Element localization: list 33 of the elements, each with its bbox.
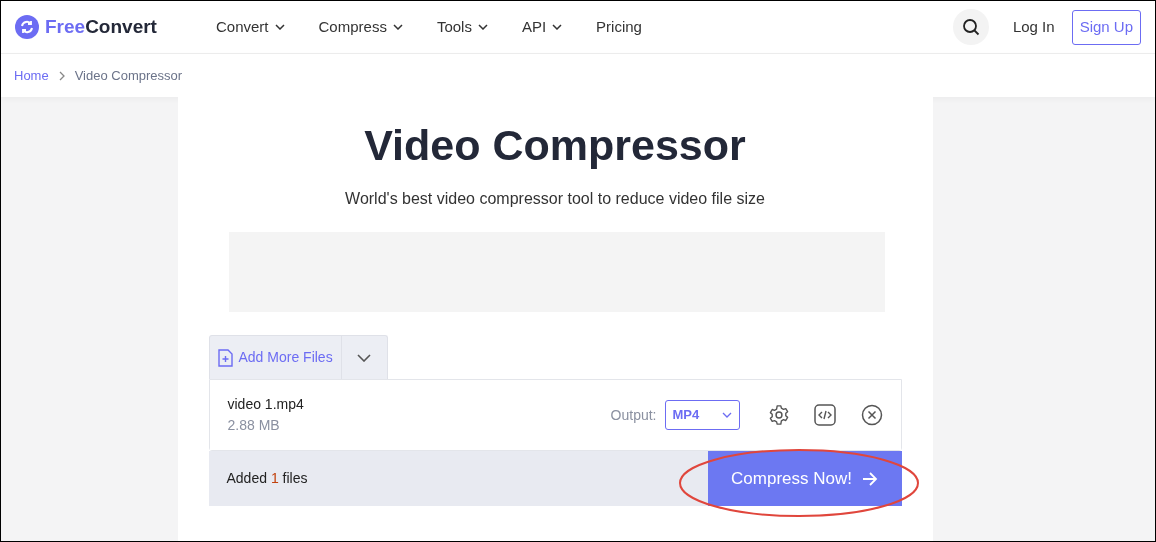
breadcrumb-link[interactable]: Home xyxy=(14,65,49,86)
code-icon[interactable] xyxy=(813,404,836,426)
chevron-down-icon xyxy=(392,24,403,30)
file-name: video 1.mp4 xyxy=(227,395,304,414)
chevron-down-icon xyxy=(721,412,732,418)
signup-button[interactable]: Sign Up xyxy=(1071,9,1141,45)
nav-menu-item[interactable]: API xyxy=(521,15,563,39)
nav-menu-item[interactable]: Convert xyxy=(216,15,285,39)
close-icon[interactable] xyxy=(860,404,883,426)
chevron-down-icon xyxy=(552,24,563,30)
settings-icon[interactable] xyxy=(767,404,790,426)
file-size: 2.88 MB xyxy=(227,416,281,435)
logo-icon xyxy=(15,15,39,39)
files-added-text: Added 1 files xyxy=(226,469,308,488)
page-title: Video Compressor xyxy=(364,120,746,170)
breadcrumb-current: Video Compressor xyxy=(74,66,183,85)
chevron-right-icon xyxy=(58,70,65,81)
nav-menu-item[interactable]: Compress xyxy=(318,15,403,39)
chevron-down-icon xyxy=(357,353,372,362)
search-button[interactable] xyxy=(952,9,989,45)
chevron-down-icon xyxy=(274,24,285,30)
brand-logo[interactable]: FreeConvert xyxy=(45,12,157,42)
output-label: Output: xyxy=(610,405,657,425)
file-add-icon xyxy=(217,348,233,367)
nav-menu-item[interactable]: Pricing xyxy=(596,15,642,39)
compress-button[interactable]: Compress Now! xyxy=(707,451,902,506)
arrow-right-icon xyxy=(861,471,878,486)
login-link[interactable]: Log In xyxy=(1012,15,1055,39)
chevron-down-icon xyxy=(477,24,488,30)
page-subtitle: World's best video compressor tool to reduce video file size xyxy=(345,189,765,209)
nav-menu-item[interactable]: Tools xyxy=(436,15,488,39)
format-select[interactable]: MP4 xyxy=(664,400,740,430)
search-icon xyxy=(961,18,980,36)
